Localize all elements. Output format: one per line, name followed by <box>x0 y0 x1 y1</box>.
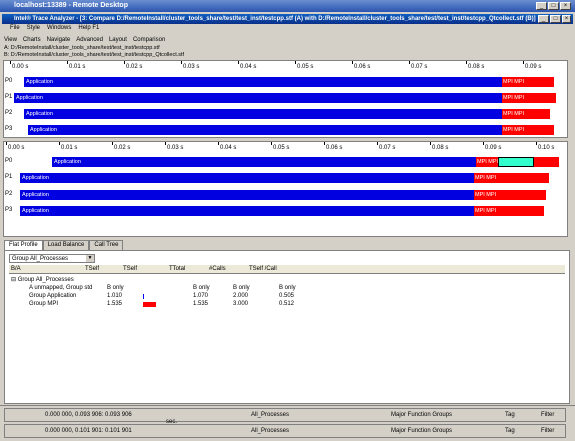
view-menu: View Charts Navigate Advanced Layout Com… <box>4 37 165 45</box>
table-row[interactable]: ⊟ Group All_Processes <box>9 275 565 284</box>
mpi-bar[interactable]: MPI MPI <box>502 77 554 87</box>
menu-navigate[interactable]: Navigate <box>47 37 71 45</box>
tab-call-tree[interactable]: Call Tree <box>89 240 124 250</box>
time-ruler: 0.00 s 0.01 s 0.02 s 0.03 s 0.04 s 0.05 s 0.06… <box>4 142 567 154</box>
app-close-button[interactable]: × <box>562 15 571 23</box>
process-row[interactable]: P3 Application MPI MPI <box>4 125 567 136</box>
process-label: P2 <box>5 110 13 116</box>
status-row-b: 0.000 000, 0.101 901: 0.101 901 All_Proc… <box>4 424 566 438</box>
col-tself-a[interactable]: TSelf <box>85 266 99 272</box>
process-label: P3 <box>5 207 13 213</box>
menu-help[interactable]: Help F1 <box>78 25 99 33</box>
tab-flat-profile[interactable]: Flat Profile <box>4 240 43 250</box>
application-bar[interactable]: Application <box>28 125 502 135</box>
app-maximize-button[interactable]: □ <box>550 15 561 23</box>
row-name: ⊟ Group All_Processes <box>11 277 74 283</box>
mpi-bar[interactable]: MPI MPI <box>502 109 550 119</box>
path-a: A: D:/RemoteInstall/cluster_tools_share/… <box>4 45 160 51</box>
menu-charts[interactable]: Charts <box>23 37 41 45</box>
minimize-button[interactable]: _ <box>536 2 547 10</box>
process-row[interactable]: P3 Application MPI MPI <box>4 206 567 217</box>
application-bar[interactable]: Application <box>52 157 476 167</box>
event-timeline-b[interactable]: 0.00 s 0.01 s 0.02 s 0.03 s 0.04 s 0.05 s 0.06… <box>3 141 568 237</box>
process-label: P3 <box>5 126 13 132</box>
application-bar[interactable]: Application <box>20 206 474 216</box>
profile-tabs: Flat Profile Load Balance Call Tree <box>4 240 124 250</box>
row-name: A unmapped, Group std <box>29 285 93 291</box>
application-bar[interactable]: Application <box>14 93 502 103</box>
col-ttotal[interactable]: TTotal <box>169 266 185 272</box>
time-ruler: 0.00 s 0.01 s 0.02 s 0.03 s 0.04 s 0.05 s 0.06… <box>4 61 567 73</box>
selection-highlight[interactable] <box>498 157 534 167</box>
path-b: B: D:/RemoteInstall/cluster_tools_share/… <box>4 52 185 58</box>
table-header: B/A TSelf TSelf TTotal #Calls TSelf /Cal… <box>9 265 565 274</box>
event-timeline-a[interactable]: 0.00 s 0.01 s 0.02 s 0.03 s 0.04 s 0.05 s 0.06… <box>3 60 568 138</box>
menu-comparison[interactable]: Comparison <box>133 37 165 45</box>
ratio-bar <box>143 294 144 299</box>
process-label: P0 <box>5 158 13 164</box>
chevron-down-icon[interactable]: ▼ <box>86 255 94 262</box>
process-label: P0 <box>5 78 13 84</box>
mpi-bar[interactable]: MPI MPI <box>502 125 554 135</box>
application-bar[interactable]: Application <box>20 173 474 183</box>
mpi-bar[interactable]: MPI MPI <box>474 206 544 216</box>
menu-layout[interactable]: Layout <box>109 37 127 45</box>
menu-file[interactable]: File <box>10 25 20 33</box>
process-row[interactable]: P2 Application MPI MPI <box>4 109 567 120</box>
status-row-a: 0.000 000, 0.093 906: 0.093 906 All_Proc… <box>4 408 566 422</box>
process-row[interactable]: P2 Application MPI MPI <box>4 190 567 201</box>
remote-desktop-titlebar: localhost:13389 - Remote Desktop <box>0 0 575 12</box>
row-name: Group Application <box>29 293 77 299</box>
menu-view[interactable]: View <box>4 37 17 45</box>
menu-style[interactable]: Style <box>27 25 40 33</box>
process-label: P2 <box>5 191 13 197</box>
row-name: Group MPI <box>29 301 59 307</box>
group-select[interactable]: Group All_Processes ▼ <box>9 254 95 263</box>
col-tself-b[interactable]: TSelf <box>123 266 137 272</box>
menu-windows[interactable]: Windows <box>47 25 71 33</box>
process-row[interactable]: P0 Application MPI MPI <box>4 77 567 88</box>
col-tself-call[interactable]: TSelf /Call <box>249 266 277 272</box>
application-bar[interactable]: Application <box>24 109 502 119</box>
maximize-button[interactable]: □ <box>548 2 559 10</box>
col-ba[interactable]: B/A <box>11 266 21 272</box>
group-select-value: Group All_Processes <box>12 256 69 262</box>
app-titlebar: Intel® Trace Analyzer - [3: Compare D:/R… <box>2 14 573 24</box>
app-minimize-button[interactable]: _ <box>538 15 549 23</box>
close-button[interactable]: × <box>560 2 571 10</box>
mpi-bar[interactable]: MPI MPI <box>474 173 549 183</box>
main-menu: File Style Windows Help F1 <box>10 25 99 33</box>
col-calls[interactable]: #Calls <box>209 266 226 272</box>
menu-advanced[interactable]: Advanced <box>76 37 103 45</box>
process-row[interactable]: P1 Application MPI MPI <box>4 93 567 104</box>
process-row[interactable]: P1 Application MPI MPI <box>4 173 567 184</box>
flat-profile-panel: Group All_Processes ▼ B/A TSelf TSelf TTo… <box>4 250 570 404</box>
application-bar[interactable]: Application <box>20 190 474 200</box>
tab-load-balance[interactable]: Load Balance <box>42 240 90 250</box>
process-label: P1 <box>5 94 13 100</box>
process-row[interactable]: P0 Application MPI MPI <box>4 157 567 168</box>
status-bar: 0.000 000, 0.093 906: 0.093 906 All_Proc… <box>0 405 575 441</box>
ratio-bar <box>143 302 156 307</box>
application-bar[interactable]: Application <box>24 77 502 87</box>
mpi-bar[interactable]: MPI MPI <box>502 93 556 103</box>
mpi-bar[interactable]: MPI MPI <box>474 190 546 200</box>
table-row[interactable]: Group MPI 1.535 1.535 3.000 0.512 <box>9 300 565 309</box>
process-label: P1 <box>5 174 13 180</box>
